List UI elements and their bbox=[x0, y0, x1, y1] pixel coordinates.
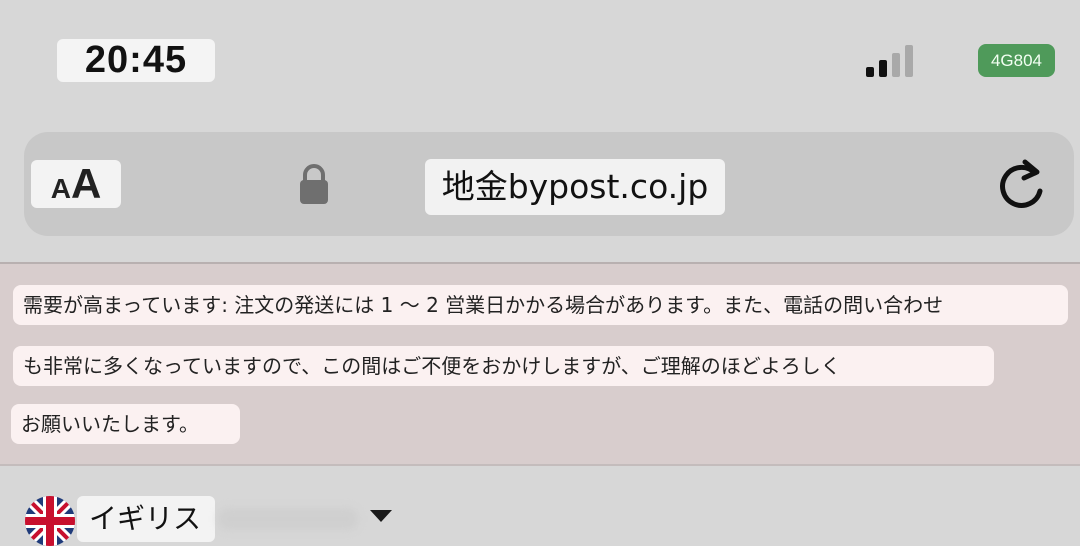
dropdown-caret-icon[interactable] bbox=[370, 510, 392, 522]
url-field[interactable]: 地金bypost.co.jp bbox=[425, 159, 725, 215]
blurred-region bbox=[218, 508, 358, 530]
notice-banner: 需要が高まっています: 注文の発送には 1 〜 2 営業日かかる場合があります。… bbox=[0, 264, 1080, 464]
text-size-large-label: A bbox=[70, 160, 102, 207]
uk-flag-icon bbox=[25, 496, 75, 546]
text-size-small-label: A bbox=[50, 173, 71, 204]
status-time: 20:45 bbox=[57, 39, 215, 82]
country-name[interactable]: イギリス bbox=[77, 496, 215, 542]
status-bar: 20:45 4G804 bbox=[0, 0, 1080, 110]
notice-line: お願いいたします。 bbox=[11, 404, 240, 444]
country-selector[interactable]: イギリス bbox=[0, 466, 1080, 546]
reload-icon[interactable] bbox=[994, 156, 1050, 212]
notice-line: も非常に多くなっていますので、この間はご不便をおかけしますが、ご理解のほどよろし… bbox=[13, 346, 994, 386]
text-size-button[interactable]: AA bbox=[31, 160, 121, 208]
notice-line: 需要が高まっています: 注文の発送には 1 〜 2 営業日かかる場合があります。… bbox=[13, 285, 1068, 325]
network-badge: 4G804 bbox=[978, 44, 1055, 77]
address-bar[interactable]: AA 地金bypost.co.jp bbox=[24, 132, 1074, 236]
cellular-signal-icon bbox=[866, 45, 916, 77]
lock-icon bbox=[300, 164, 328, 204]
